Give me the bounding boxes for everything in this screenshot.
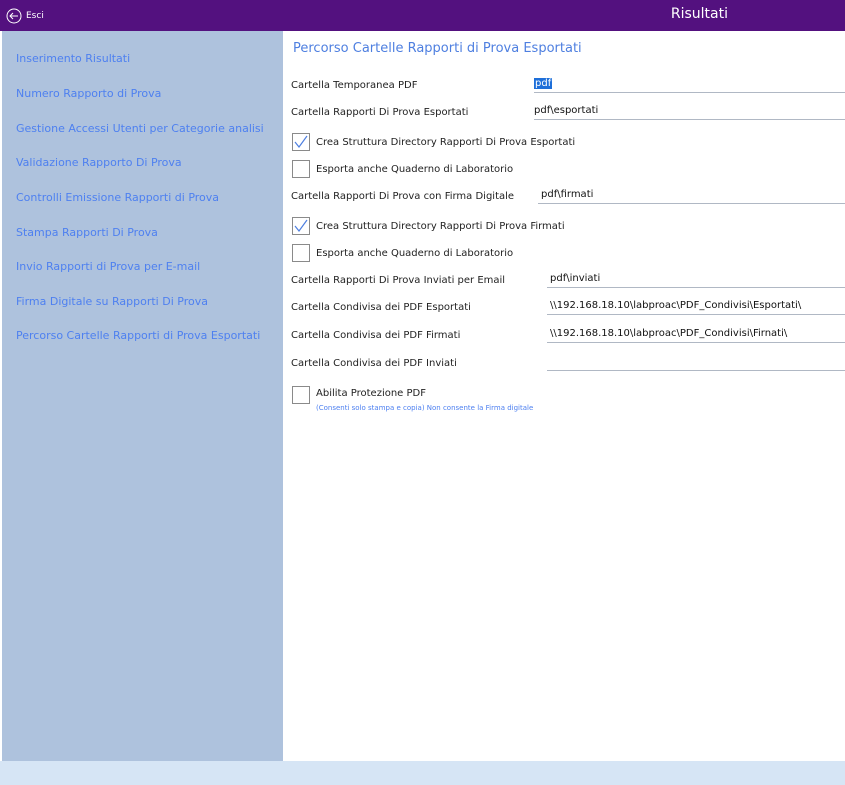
signed-folder-label: Cartella Rapporti Di Prova con Firma Dig… — [291, 191, 515, 202]
create-signed-structure-label: Crea Struttura Directory Rapporti Di Pro… — [316, 221, 565, 232]
back-arrow-circle-icon — [6, 8, 22, 24]
sent-folder-label: Cartella Rapporti Di Prova Inviati per E… — [291, 275, 506, 286]
exit-label: Esci — [26, 11, 44, 21]
temp-folder-input[interactable]: pdf — [534, 78, 845, 93]
sidebar-item-inserimento-risultati[interactable]: Inserimento Risultati — [16, 52, 130, 65]
enable-pdf-protection-checkbox[interactable] — [292, 386, 310, 404]
exit-button[interactable]: Esci — [6, 5, 44, 27]
page-title: Percorso Cartelle Rapporti di Prova Espo… — [293, 41, 582, 56]
shared-signed-value: \\192.168.18.10\labproac\PDF_Condivisi\F… — [550, 328, 788, 339]
sidebar-item-stampa-rapporti[interactable]: Stampa Rapporti Di Prova — [16, 226, 158, 239]
signed-folder-input[interactable]: pdf\firmati — [538, 189, 845, 204]
signed-folder-value: pdf\firmati — [541, 189, 594, 200]
sidebar-item-percorso-cartelle[interactable]: Percorso Cartelle Rapporti di Prova Espo… — [16, 329, 260, 342]
window-title: Risultati — [670, 6, 728, 22]
sent-folder-input[interactable]: pdf\inviati — [547, 273, 845, 288]
sidebar-item-gestione-accessi[interactable]: Gestione Accessi Utenti per Categorie an… — [16, 122, 264, 135]
sidebar-item-numero-rapporto[interactable]: Numero Rapporto di Prova — [16, 87, 161, 100]
create-exported-structure-checkbox[interactable] — [292, 133, 310, 151]
shared-exported-input[interactable]: \\192.168.18.10\labproac\PDF_Condivisi\E… — [547, 300, 845, 315]
temp-folder-label: Cartella Temporanea PDF — [291, 80, 418, 91]
sidebar-item-firma-digitale[interactable]: Firma Digitale su Rapporti Di Prova — [16, 295, 208, 308]
export-notebook-checkbox-2[interactable] — [292, 244, 310, 262]
temp-folder-value: pdf — [534, 78, 553, 89]
create-signed-structure-checkbox[interactable] — [292, 217, 310, 235]
exported-folder-input[interactable]: pdf\esportati — [534, 105, 845, 120]
exported-folder-label: Cartella Rapporti Di Prova Esportati — [291, 107, 469, 118]
create-exported-structure-label: Crea Struttura Directory Rapporti Di Pro… — [316, 137, 576, 148]
enable-pdf-protection-label: Abilita Protezione PDF — [316, 388, 426, 399]
sidebar: Inserimento Risultati Numero Rapporto di… — [2, 31, 283, 761]
checkmark-icon — [294, 219, 308, 232]
shared-exported-value: \\192.168.18.10\labproac\PDF_Condivisi\E… — [550, 300, 802, 311]
title-bar: Esci Risultati — [0, 0, 845, 31]
export-notebook-label-2: Esporta anche Quaderno di Laboratorio — [316, 248, 514, 259]
shared-exported-label: Cartella Condivisa dei PDF Esportati — [291, 302, 471, 313]
shared-sent-input[interactable] — [547, 356, 845, 371]
sidebar-item-controlli-emissione[interactable]: Controlli Emissione Rapporti di Prova — [16, 191, 219, 204]
shared-signed-label: Cartella Condivisa dei PDF Firmati — [291, 330, 461, 341]
checkmark-icon — [294, 135, 308, 148]
sidebar-item-invio-email[interactable]: Invio Rapporti di Prova per E-mail — [16, 260, 200, 273]
shared-signed-input[interactable]: \\192.168.18.10\labproac\PDF_Condivisi\F… — [547, 328, 845, 343]
sent-folder-value: pdf\inviati — [550, 273, 601, 284]
status-bar — [0, 761, 845, 785]
exported-folder-value: pdf\esportati — [534, 105, 599, 116]
export-notebook-label-1: Esporta anche Quaderno di Laboratorio — [316, 164, 514, 175]
shared-sent-label: Cartella Condivisa dei PDF Inviati — [291, 358, 457, 369]
pdf-protection-note: (Consenti solo stampa e copia) Non conse… — [316, 404, 534, 412]
export-notebook-checkbox-1[interactable] — [292, 160, 310, 178]
sidebar-item-validazione[interactable]: Validazione Rapporto Di Prova — [16, 156, 182, 169]
